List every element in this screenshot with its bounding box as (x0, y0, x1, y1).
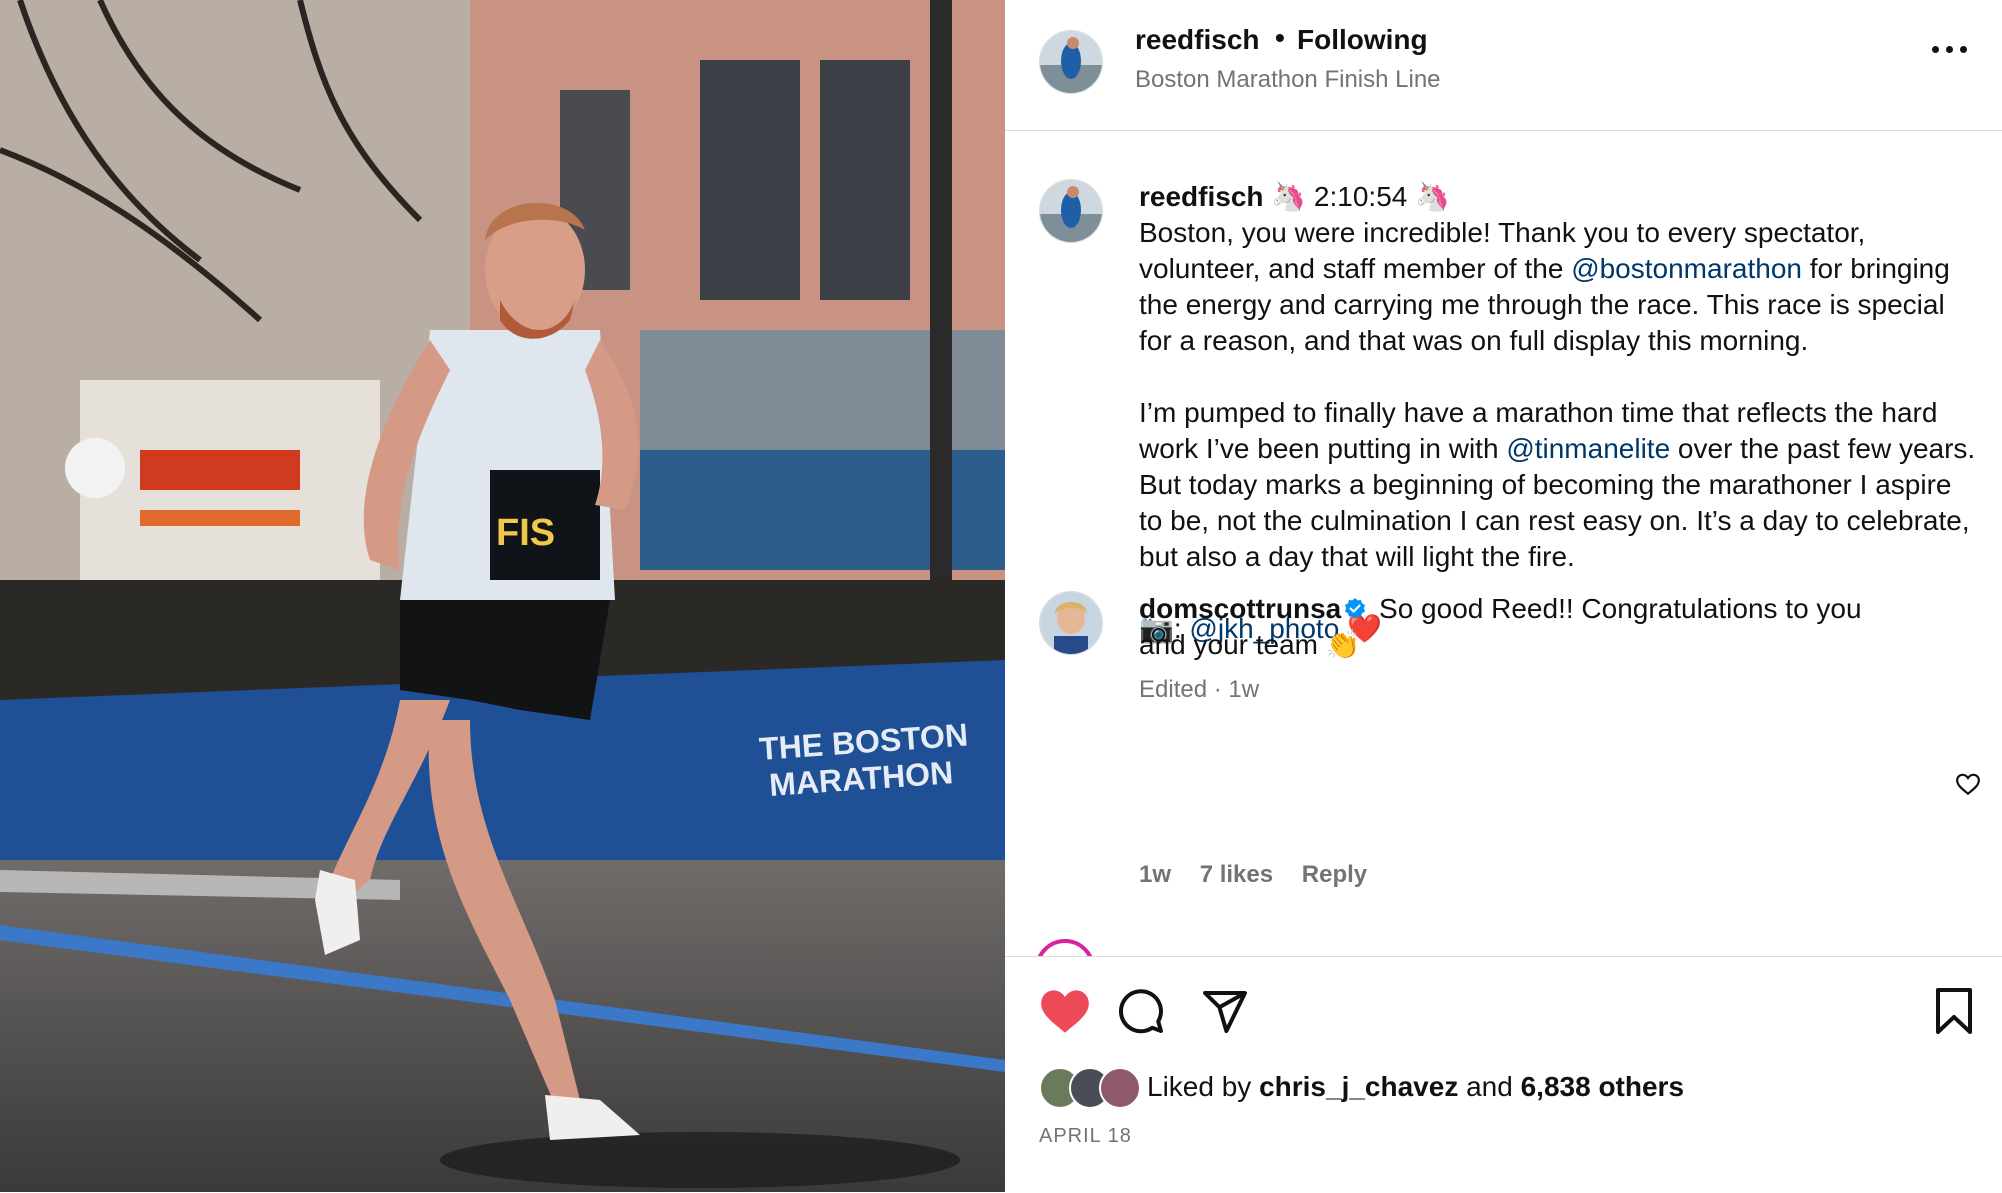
verified-icon (1345, 598, 1366, 619)
caption-title: 🦄 2:10:54 🦄 (1271, 181, 1450, 212)
post-header: reedfisch • Following Boston Marathon Fi… (1005, 0, 2002, 131)
caption-avatar[interactable] (1039, 179, 1103, 243)
liked-by-avatars[interactable] (1039, 1067, 1149, 1109)
comment-likes[interactable]: 7 likes (1200, 861, 1273, 888)
header-username[interactable]: reedfisch (1135, 24, 1260, 56)
commenter-avatar[interactable] (1039, 591, 1103, 655)
heart-icon (1041, 990, 1089, 1033)
comment-time: 1w (1139, 861, 1172, 888)
comment-icon (1118, 989, 1163, 1034)
comment-button[interactable] (1117, 987, 1165, 1035)
caption-paragraph: Boston, you were incredible! Thank you t… (1139, 215, 1979, 359)
save-button[interactable] (1933, 987, 1975, 1035)
share-button[interactable] (1201, 987, 1249, 1035)
more-icon-dot (1960, 46, 1967, 53)
post-date[interactable]: APRIL 18 (1039, 1125, 1132, 1148)
comment: domscottrunsa So good Reed!! Congratulat… (1139, 591, 1899, 663)
bookmark-icon (1936, 988, 1972, 1034)
comments-section[interactable]: reedfisch 🦄 2:10:54 🦄 Boston, you were i… (1005, 131, 2002, 956)
comment-like-icon[interactable] (1955, 771, 1981, 797)
post-caption: reedfisch 🦄 2:10:54 🦄 Boston, you were i… (1139, 179, 1979, 647)
share-icon (1203, 991, 1247, 1033)
more-options-button[interactable] (1932, 46, 1968, 56)
like-button[interactable] (1039, 987, 1091, 1035)
next-comment-avatar[interactable] (1035, 939, 1095, 956)
header-separator: • (1275, 22, 1285, 53)
liked-by-user[interactable]: chris_j_chavez (1259, 1071, 1458, 1102)
more-icon-dot (1946, 46, 1953, 53)
comment-meta: 1w 7 likes Reply (1139, 861, 1389, 889)
reply-button[interactable]: Reply (1302, 861, 1367, 888)
author-avatar[interactable] (1039, 30, 1103, 94)
comment-username[interactable]: domscottrunsa (1139, 593, 1341, 624)
liked-by-text: Liked by chris_j_chavez and 6,838 others (1147, 1071, 1684, 1103)
svg-text:FIS: FIS (496, 512, 555, 554)
caption-paragraph: I’m pumped to finally have a marathon ti… (1139, 395, 1979, 575)
post-photo[interactable]: THE BOSTON MARATHON FIS (0, 0, 1005, 1192)
location-link[interactable]: Boston Marathon Finish Line (1135, 66, 1441, 94)
mention-bostonmarathon[interactable]: @bostonmarathon (1571, 253, 1802, 284)
mention-tinmanelite[interactable]: @tinmanelite (1506, 433, 1670, 464)
post-panel: reedfisch • Following Boston Marathon Fi… (1005, 0, 2002, 1192)
caption-username[interactable]: reedfisch (1139, 181, 1264, 212)
following-button[interactable]: Following (1297, 24, 1428, 56)
likes-count[interactable]: 6,838 others (1521, 1071, 1684, 1102)
more-icon (1932, 46, 1939, 53)
liked-by-prefix: Liked by (1147, 1071, 1260, 1102)
post-actions: Liked by chris_j_chavez and 6,838 others… (1005, 956, 2002, 1193)
liker-avatar (1099, 1067, 1141, 1109)
liked-by-middle: and (1458, 1071, 1521, 1102)
caption-edited-time: Edited · 1w (1139, 676, 1260, 703)
